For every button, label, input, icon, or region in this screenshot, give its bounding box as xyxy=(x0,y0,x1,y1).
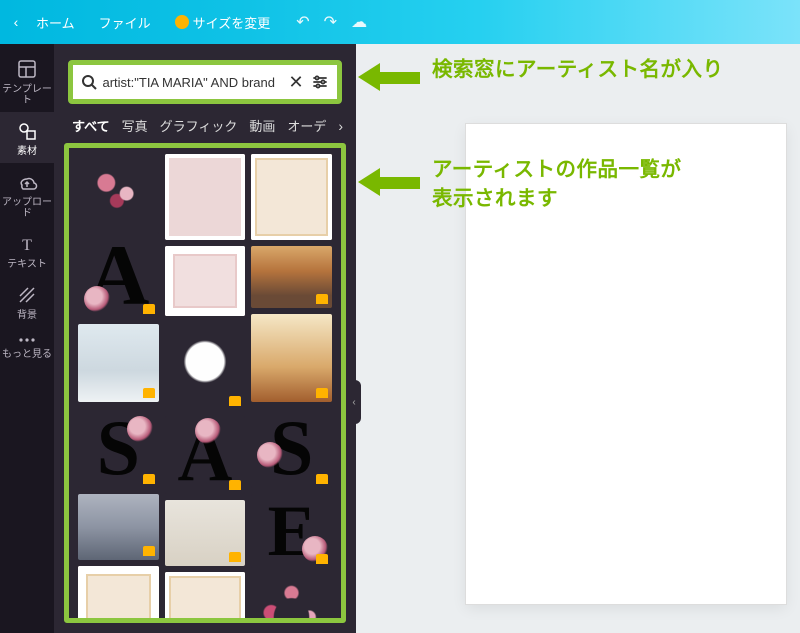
element-tile[interactable] xyxy=(78,494,159,560)
sidebar-item-label: テンプレート xyxy=(0,84,54,106)
premium-badge-icon xyxy=(316,554,328,564)
annotation-text: アーティストの作品一覧が 表示されます xyxy=(432,156,682,213)
svg-text:T: T xyxy=(22,237,32,254)
more-icon xyxy=(16,335,38,345)
top-bar: ‹ ホーム ファイル サイズを変更 ↶ ↷ ☁ xyxy=(0,0,800,44)
elements-icon xyxy=(16,120,38,142)
search-box: ✕ xyxy=(68,60,342,104)
element-tile[interactable] xyxy=(165,322,246,410)
left-sidebar: テンプレート 素材 アップロード T テキスト 背景 もっと見る xyxy=(0,44,54,633)
premium-badge-icon xyxy=(229,396,241,406)
text-icon: T xyxy=(16,233,38,255)
element-tile[interactable]: A xyxy=(78,232,159,318)
premium-badge-icon xyxy=(143,474,155,484)
element-tile[interactable] xyxy=(78,566,159,623)
premium-badge-icon xyxy=(316,388,328,398)
premium-badge-icon xyxy=(143,304,155,314)
premium-badge-icon xyxy=(316,474,328,484)
upload-icon xyxy=(16,171,38,193)
background-icon xyxy=(16,284,38,306)
sidebar-item-background[interactable]: 背景 xyxy=(0,276,54,327)
premium-badge-icon xyxy=(316,294,328,304)
element-tile[interactable] xyxy=(165,154,246,240)
home-tab[interactable]: ホーム xyxy=(24,0,87,44)
element-tile[interactable] xyxy=(78,154,159,226)
premium-badge-icon xyxy=(143,388,155,398)
crown-icon xyxy=(175,15,189,29)
search-icon xyxy=(79,72,98,92)
element-tile[interactable]: A xyxy=(165,416,246,494)
tab-audio[interactable]: オーデ xyxy=(287,116,326,135)
clear-search-icon[interactable]: ✕ xyxy=(282,72,309,93)
redo-icon[interactable]: ↷ xyxy=(324,12,337,32)
search-input[interactable] xyxy=(98,75,282,90)
sidebar-item-label: テキスト xyxy=(0,259,54,270)
tab-graphic[interactable]: グラフィック xyxy=(160,116,238,135)
sidebar-item-more[interactable]: もっと見る xyxy=(0,327,54,366)
elements-panel: ✕ すべて 写真 グラフィック 動画 オーデ › A S xyxy=(54,44,356,633)
resize-label: サイズを変更 xyxy=(193,13,271,32)
panel-collapse-handle[interactable]: ‹ xyxy=(347,380,361,424)
element-tile[interactable] xyxy=(165,500,246,566)
annotation-text: 検索窓にアーティスト名が入り xyxy=(432,56,724,85)
sidebar-item-templates[interactable]: テンプレート xyxy=(0,50,54,112)
resize-button[interactable]: サイズを変更 xyxy=(163,0,283,44)
category-tabs: すべて 写真 グラフィック 動画 オーデ › xyxy=(54,112,356,143)
back-chevron-icon[interactable]: ‹ xyxy=(8,14,24,30)
canvas-area[interactable] xyxy=(356,44,800,633)
undo-icon[interactable]: ↶ xyxy=(296,12,309,32)
sidebar-item-upload[interactable]: アップロード xyxy=(0,163,54,225)
sidebar-item-label: もっと見る xyxy=(0,349,54,360)
element-tile[interactable]: S xyxy=(251,408,332,488)
sidebar-item-text[interactable]: T テキスト xyxy=(0,225,54,276)
element-tile[interactable] xyxy=(165,246,246,316)
tab-video[interactable]: 動画 xyxy=(249,116,275,135)
cloud-sync-icon[interactable]: ☁ xyxy=(351,12,367,32)
element-tile[interactable] xyxy=(251,154,332,240)
filter-icon[interactable] xyxy=(310,71,331,93)
sidebar-item-label: 背景 xyxy=(0,310,54,321)
element-tile[interactable]: S xyxy=(78,408,159,488)
tab-all[interactable]: すべて xyxy=(72,116,110,135)
sidebar-item-label: アップロード xyxy=(0,197,54,219)
element-tile[interactable] xyxy=(165,572,246,623)
element-tile[interactable] xyxy=(78,324,159,402)
sidebar-item-elements[interactable]: 素材 xyxy=(0,112,54,163)
element-tile[interactable] xyxy=(251,574,332,623)
premium-badge-icon xyxy=(229,480,241,490)
premium-badge-icon xyxy=(229,552,241,562)
template-icon xyxy=(16,58,38,80)
tabs-scroll-right-icon[interactable]: › xyxy=(338,118,343,134)
results-grid: A S A S E xyxy=(64,143,346,623)
premium-badge-icon xyxy=(143,546,155,556)
file-tab[interactable]: ファイル xyxy=(87,0,163,44)
element-tile[interactable] xyxy=(251,314,332,402)
tab-photo[interactable]: 写真 xyxy=(122,116,148,135)
element-tile[interactable] xyxy=(251,246,332,308)
element-tile[interactable]: E xyxy=(251,494,332,568)
sidebar-item-label: 素材 xyxy=(0,146,54,157)
